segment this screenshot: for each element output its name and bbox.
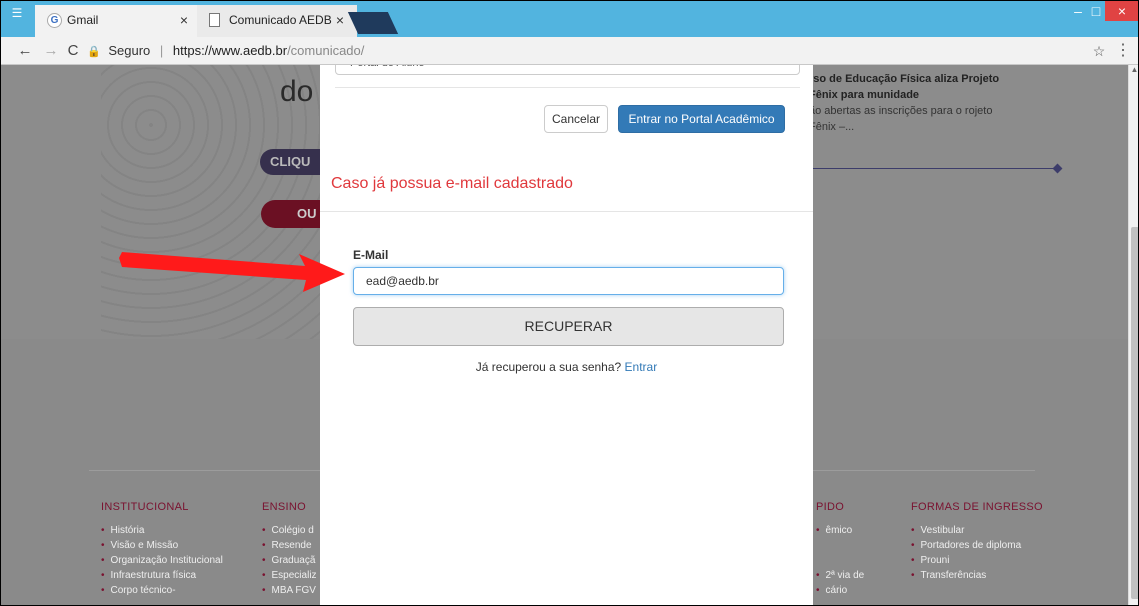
news-divider-diamond-icon	[1052, 163, 1063, 174]
footer-link[interactable]: êmico	[816, 523, 864, 538]
window-menu-icon[interactable]: ☰	[8, 4, 26, 22]
close-window-icon[interactable]: ×	[1105, 1, 1138, 21]
password-recovery-modal: Portal do Aluno Cancelar Entrar no Porta…	[320, 65, 813, 605]
footer-heading-ensino: ENSINO	[262, 501, 306, 513]
footer-heading-acesso: PIDO	[816, 501, 845, 513]
footer-link[interactable]: cário	[816, 583, 864, 598]
address-bar[interactable]: 🔒 Seguro | https://www.aedb.br/comunicad…	[87, 40, 1117, 62]
tab-comunicado[interactable]: Comunicado AEDB ×	[197, 5, 357, 37]
footer-link[interactable]: História	[101, 523, 223, 538]
footer-column-institucional: INSTITUCIONAL História Visão e Missão Or…	[101, 500, 223, 598]
footer-link[interactable]: Infraestrutura física	[101, 568, 223, 583]
footer-link[interactable]: Graduaçã	[262, 553, 320, 568]
title-bar: ☰ G Gmail × Comunicado AEDB × – □ ×	[1, 1, 1138, 37]
hero-heading-fragment: do	[280, 75, 314, 108]
footer-heading-institucional: INSTITUCIONAL	[101, 501, 189, 513]
footer-link[interactable]: Portadores de diploma	[911, 538, 1043, 553]
modal-divider	[335, 87, 800, 88]
tab-comunicado-label: Comunicado AEDB	[229, 13, 332, 27]
modal-divider	[320, 211, 813, 212]
page-scrollbar[interactable]: ▲	[1128, 65, 1138, 605]
footer-column-acesso: PIDO êmico 2ª via de cário	[816, 500, 864, 598]
forward-arrow-icon[interactable]: →	[41, 41, 61, 61]
page-icon	[209, 13, 220, 27]
footer-link[interactable]: Transferências	[911, 568, 1043, 583]
tab-gmail-label: Gmail	[67, 13, 99, 27]
back-arrow-icon[interactable]: ←	[15, 41, 35, 61]
footer-link[interactable]: Prouni	[911, 553, 1043, 568]
maximize-icon[interactable]: □	[1087, 1, 1105, 21]
footer-column-ingresso: FORMAS DE INGRESSO Vestibular Portadores…	[911, 500, 1043, 583]
news-item[interactable]: rso de Educação Física aliza Projeto Fên…	[809, 71, 1009, 135]
footer-link[interactable]: Visão e Missão	[101, 538, 223, 553]
scroll-up-arrow-icon[interactable]: ▲	[1129, 65, 1138, 75]
browser-menu-icon[interactable]: ⋮	[1115, 41, 1131, 61]
login-link[interactable]: Entrar	[625, 360, 658, 374]
google-icon: G	[47, 13, 62, 28]
footer-heading-ingresso: FORMAS DE INGRESSO	[911, 501, 1043, 513]
footer-link[interactable]: MBA FGV	[262, 583, 320, 598]
recovered-note: Já recuperou a sua senha? Entrar	[320, 360, 813, 374]
footer-link[interactable]: Especializ	[262, 568, 320, 583]
footer-link[interactable]: 2ª via de	[816, 568, 865, 583]
cancel-button[interactable]: Cancelar	[544, 105, 608, 133]
recovered-question: Já recuperou a sua senha?	[475, 360, 622, 374]
portal-select-field[interactable]: Portal do Aluno	[335, 65, 800, 75]
tab-gmail[interactable]: G Gmail ×	[35, 5, 201, 37]
reload-icon[interactable]: C	[63, 41, 83, 61]
news-divider	[809, 168, 1057, 169]
enter-portal-button[interactable]: Entrar no Portal Acadêmico	[618, 105, 785, 133]
close-tab-comunicado-icon[interactable]: ×	[333, 5, 347, 35]
annotation-arrow-icon	[119, 252, 345, 292]
footer-column-ensino: ENSINO Colégio d Resende Graduaçã Especi…	[262, 500, 320, 598]
footer-link[interactable]: Resende	[262, 538, 320, 553]
clique-button[interactable]: CLIQU	[260, 149, 320, 175]
scrollbar-thumb[interactable]	[1131, 227, 1138, 599]
footer-link[interactable]: Corpo técnico-	[101, 583, 223, 598]
email-field[interactable]	[353, 267, 784, 295]
news-title: rso de Educação Física aliza Projeto Fên…	[809, 73, 1000, 101]
url-path: /comunicado/	[287, 43, 365, 58]
footer-link[interactable]: Organização Institucional	[101, 553, 223, 568]
news-description: ão abertas as inscrições para o rojeto F…	[809, 105, 993, 133]
url-separator: |	[159, 43, 164, 58]
page-viewport: do CLIQU OU rso de Educação Física aliza…	[1, 65, 1128, 605]
ou-button[interactable]: OU	[261, 200, 321, 228]
url-host: https://www.aedb.br	[172, 43, 288, 58]
browser-toolbar: ← → C 🔒 Seguro | https://www.aedb.br/com…	[1, 37, 1138, 65]
browser-window: ☰ G Gmail × Comunicado AEDB × – □ × ← → …	[0, 0, 1139, 606]
recover-button[interactable]: RECUPERAR	[353, 307, 784, 346]
bookmark-star-icon[interactable]: ☆	[1089, 41, 1109, 61]
lock-icon: 🔒	[87, 46, 101, 58]
minimize-icon[interactable]: –	[1069, 1, 1087, 21]
footer-link[interactable]: Colégio d	[262, 523, 320, 538]
close-tab-gmail-icon[interactable]: ×	[177, 5, 191, 35]
footer-link[interactable]: Vestibular	[911, 523, 1043, 538]
section-title: Caso já possua e-mail cadastrado	[331, 175, 573, 192]
secure-label: Seguro	[108, 43, 151, 58]
